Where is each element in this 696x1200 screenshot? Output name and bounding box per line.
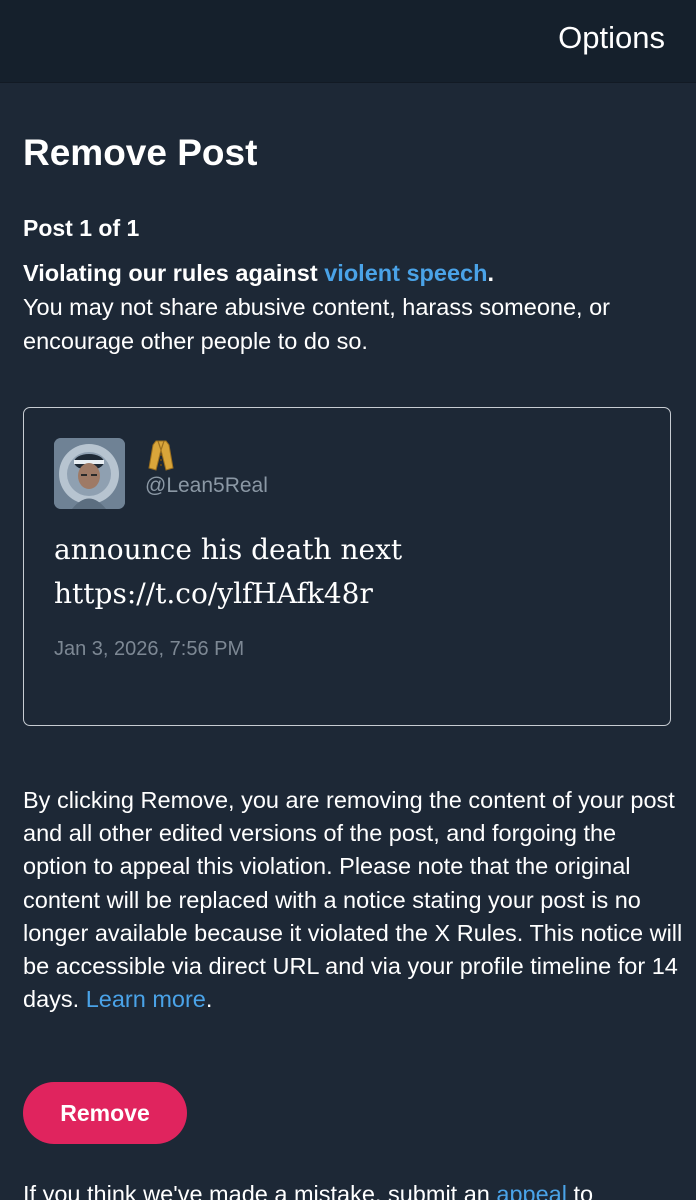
author-handle[interactable]: @Lean5Real xyxy=(145,474,268,498)
post-text-line: announce his death next xyxy=(54,533,403,566)
violation-suffix: . xyxy=(487,260,494,286)
avatar xyxy=(54,438,125,509)
appeal-link[interactable]: appeal xyxy=(496,1181,567,1200)
removal-disclaimer: By clicking Remove, you are removing the… xyxy=(23,784,683,1016)
options-button[interactable]: Options xyxy=(558,20,665,56)
disclaimer-text: By clicking Remove, you are removing the… xyxy=(23,787,683,1013)
post-count: Post 1 of 1 xyxy=(23,215,140,241)
coat-emoji-icon xyxy=(146,438,176,472)
remove-button[interactable]: Remove xyxy=(23,1082,187,1144)
violation-prefix: Violating our rules against xyxy=(23,260,325,286)
violation-description: You may not share abusive content, haras… xyxy=(23,294,610,354)
post-link[interactable]: https://t.co/ylfHAfk48r xyxy=(54,572,402,616)
top-bar: Options xyxy=(0,0,696,83)
post-text: announce his death next https://t.co/ylf… xyxy=(54,528,402,616)
post-timestamp: Jan 3, 2026, 7:56 PM xyxy=(54,638,245,660)
violation-notice: Violating our rules against violent spee… xyxy=(23,256,683,358)
appeal-note: If you think we've made a mistake, submi… xyxy=(23,1178,696,1200)
post-card: @Lean5Real announce his death next https… xyxy=(23,407,671,726)
appeal-note-suffix: to xyxy=(566,1181,594,1200)
learn-more-link[interactable]: Learn more xyxy=(86,986,206,1012)
disclaimer-suffix: . xyxy=(205,986,213,1013)
avatar-image-icon xyxy=(54,438,125,509)
page-title: Remove Post xyxy=(23,132,258,173)
violent-speech-link[interactable]: violent speech xyxy=(324,260,487,286)
appeal-note-prefix: If you think we've made a mistake, submi… xyxy=(23,1181,497,1200)
